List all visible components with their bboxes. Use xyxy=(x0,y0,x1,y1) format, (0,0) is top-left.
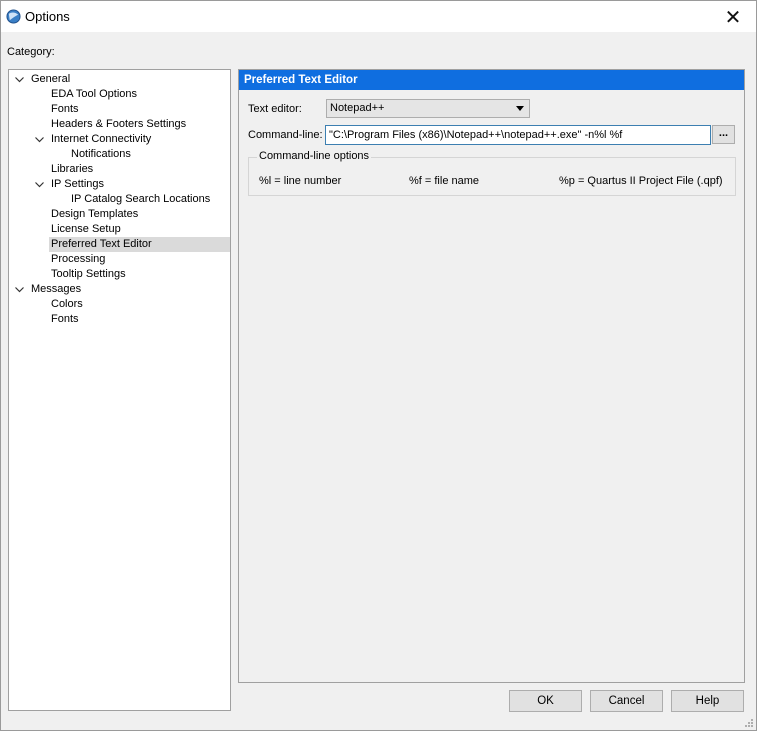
tree-item-label: Design Templates xyxy=(51,208,139,220)
text-editor-select[interactable]: Notepad++ xyxy=(326,99,530,118)
tree-item-label: Notifications xyxy=(71,148,131,160)
tree-item-label: Fonts xyxy=(51,103,79,115)
tree-item-label: Fonts xyxy=(51,313,79,325)
tree-item[interactable]: Fonts xyxy=(49,312,79,327)
chevron-down-icon[interactable] xyxy=(13,282,25,297)
tree-item-label: Tooltip Settings xyxy=(51,268,126,280)
tree-item-label: IP Catalog Search Locations xyxy=(71,193,211,205)
tree-item[interactable]: Colors xyxy=(49,297,83,312)
tree-item-label: Preferred Text Editor xyxy=(51,238,152,250)
tree-item-label: IP Settings xyxy=(51,178,104,190)
tree-item-label: Internet Connectivity xyxy=(51,133,152,145)
tree-item[interactable]: Tooltip Settings xyxy=(49,267,126,282)
help-button[interactable]: Help xyxy=(671,690,744,712)
option-project-file: %p = Quartus II Project File (.qpf) xyxy=(559,175,723,187)
category-tree[interactable]: General EDA Tool Options Fonts Headers & Fo… xyxy=(8,69,231,711)
cancel-button[interactable]: Cancel xyxy=(590,690,663,712)
tree-item[interactable]: Internet Connectivity xyxy=(34,132,152,147)
tree-item-label: License Setup xyxy=(51,223,121,235)
category-label: Category: xyxy=(7,46,55,58)
tree-item[interactable]: Design Templates xyxy=(49,207,138,222)
app-globe-icon xyxy=(6,9,21,24)
tree-item[interactable]: Processing xyxy=(49,252,105,267)
command-line-options-group: Command-line options %l = line number %f… xyxy=(248,150,736,196)
close-button[interactable]: ✕ xyxy=(710,1,756,32)
option-line-number: %l = line number xyxy=(259,175,342,187)
chevron-down-icon[interactable] xyxy=(33,177,45,192)
chevron-down-icon xyxy=(516,106,524,111)
chevron-down-icon[interactable] xyxy=(33,132,45,147)
chevron-down-icon[interactable] xyxy=(13,72,25,87)
tree-item[interactable]: Headers & Footers Settings xyxy=(49,117,186,132)
group-title: Command-line options xyxy=(257,150,372,162)
text-editor-label: Text editor: xyxy=(248,103,302,115)
tree-item-label: Colors xyxy=(51,298,83,310)
window-title: Options xyxy=(25,9,70,24)
tree-item-label: General xyxy=(31,73,71,85)
text-editor-value: Notepad++ xyxy=(330,102,385,114)
tree-item[interactable]: Fonts xyxy=(49,102,79,117)
ok-button[interactable]: OK xyxy=(509,690,582,712)
settings-panel: Preferred Text Editor Text editor: Notep… xyxy=(238,69,745,683)
tree-item[interactable]: General xyxy=(14,72,71,87)
close-icon: ✕ xyxy=(724,4,742,29)
command-line-label: Command-line: xyxy=(248,129,323,141)
tree-item-label: EDA Tool Options xyxy=(51,88,138,100)
tree-item[interactable]: IP Catalog Search Locations xyxy=(69,192,210,207)
tree-item-label: Libraries xyxy=(51,163,94,175)
tree-item[interactable]: EDA Tool Options xyxy=(49,87,137,102)
resize-grip-icon[interactable] xyxy=(744,718,754,728)
tree-item[interactable]: Libraries xyxy=(49,162,93,177)
tree-item[interactable]: Messages xyxy=(14,282,82,297)
tree-item[interactable]: License Setup xyxy=(49,222,121,237)
command-line-input[interactable]: "C:\Program Files (x86)\Notepad++\notepa… xyxy=(325,125,711,145)
option-file-name: %f = file name xyxy=(409,175,480,187)
tree-item-label: Headers & Footers Settings xyxy=(51,118,187,130)
title-bar: Options ✕ xyxy=(1,1,756,32)
options-dialog: Options ✕ Category: General EDA Tool Opti… xyxy=(0,0,757,731)
tree-item[interactable]: Preferred Text Editor xyxy=(49,237,230,252)
browse-button[interactable]: ... xyxy=(712,125,735,144)
tree-item[interactable]: IP Settings xyxy=(34,177,104,192)
tree-item[interactable]: Notifications xyxy=(69,147,131,162)
tree-item-label: Processing xyxy=(51,253,106,265)
panel-title: Preferred Text Editor xyxy=(239,70,744,90)
tree-item-label: Messages xyxy=(31,283,82,295)
